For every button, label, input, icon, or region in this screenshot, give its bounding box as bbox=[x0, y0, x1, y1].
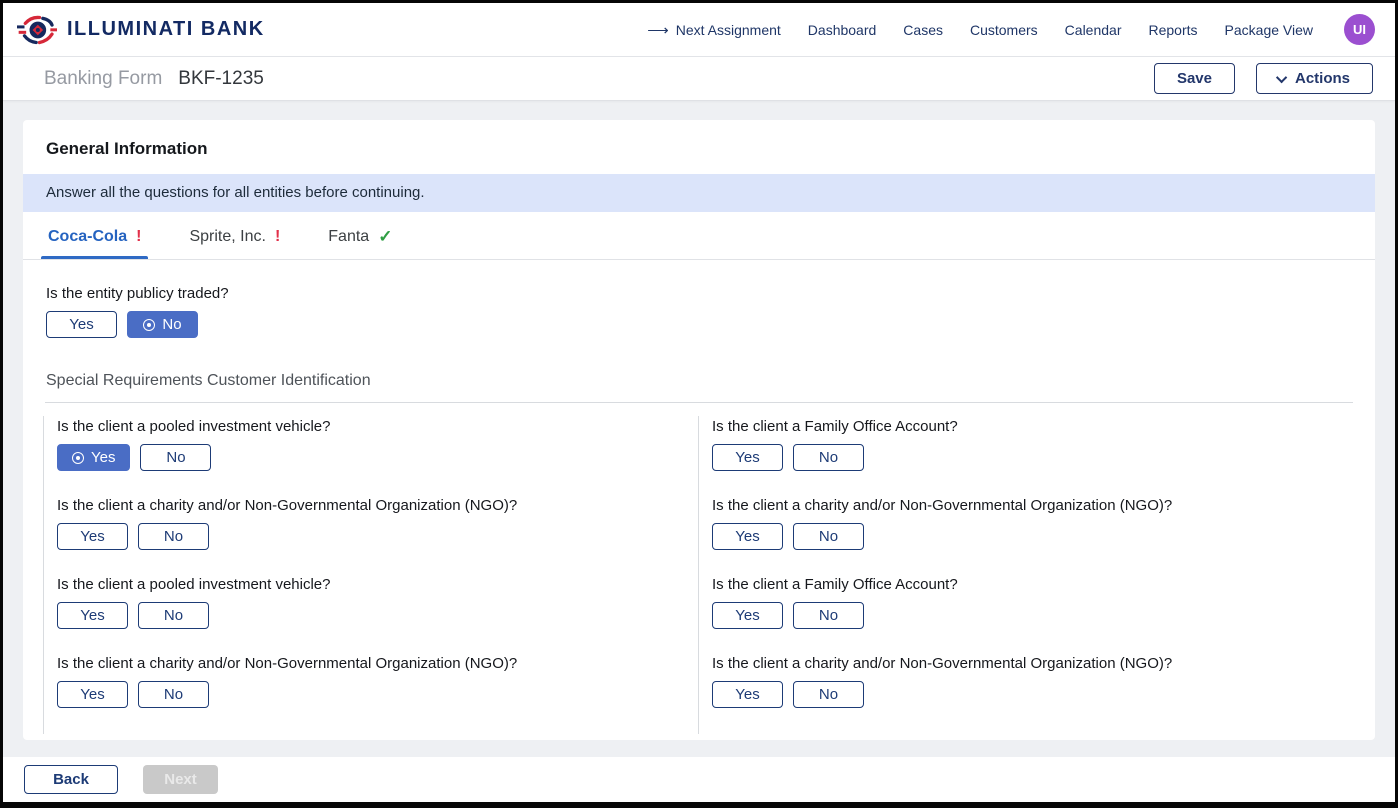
tab-coca-cola[interactable]: Coca-Cola ! bbox=[46, 212, 143, 259]
next-button-disabled[interactable]: Next bbox=[143, 765, 218, 794]
error-exclamation-icon: ! bbox=[275, 228, 280, 246]
yes-button[interactable]: Yes bbox=[57, 444, 130, 471]
yes-no-group: Yes No bbox=[712, 602, 1353, 629]
nav-calendar[interactable]: Calendar bbox=[1065, 22, 1122, 38]
check-icon: ✓ bbox=[378, 227, 392, 247]
questions-columns: Is the client a pooled investment vehicl… bbox=[23, 403, 1375, 734]
tab-fanta[interactable]: Fanta ✓ bbox=[326, 212, 394, 259]
top-nav-links: ⟶Next Assignment Dashboard Cases Custome… bbox=[647, 14, 1375, 45]
question-text: Is the client a pooled investment vehicl… bbox=[57, 418, 698, 435]
question-block: Is the client a charity and/or Non-Gover… bbox=[57, 497, 698, 550]
yes-button[interactable]: Yes bbox=[712, 681, 783, 708]
header-actions: Save Actions bbox=[1154, 63, 1373, 94]
no-button[interactable]: No bbox=[140, 444, 211, 471]
nav-customers[interactable]: Customers bbox=[970, 22, 1038, 38]
yes-button[interactable]: Yes bbox=[712, 444, 783, 471]
yes-no-group: Yes No bbox=[57, 681, 698, 708]
question-text: Is the client a Family Office Account? bbox=[712, 418, 1353, 435]
question-text: Is the entity publicy traded? bbox=[46, 285, 1351, 302]
back-button[interactable]: Back bbox=[24, 765, 118, 794]
question-text: Is the client a charity and/or Non-Gover… bbox=[712, 497, 1353, 514]
question-text: Is the client a Family Office Account? bbox=[712, 576, 1353, 593]
no-button[interactable]: No bbox=[127, 311, 198, 338]
section-title: Special Requirements Customer Identifica… bbox=[23, 348, 1375, 402]
brand: ILLUMINATI BANK bbox=[17, 13, 265, 47]
questions-column-left: Is the client a pooled investment vehicl… bbox=[43, 416, 698, 734]
actions-button[interactable]: Actions bbox=[1256, 63, 1373, 94]
nav-package-view[interactable]: Package View bbox=[1225, 22, 1313, 38]
question-block: Is the client a charity and/or Non-Gover… bbox=[712, 497, 1353, 550]
entity-tabs: Coca-Cola ! Sprite, Inc. ! Fanta ✓ bbox=[23, 212, 1375, 260]
yes-button[interactable]: Yes bbox=[57, 681, 128, 708]
nav-next-assignment[interactable]: ⟶Next Assignment bbox=[647, 21, 781, 39]
question-block: Is the client a Family Office Account? Y… bbox=[712, 418, 1353, 471]
page-header: Banking Form BKF-1235 Save Actions bbox=[3, 57, 1395, 101]
question-text: Is the client a charity and/or Non-Gover… bbox=[57, 497, 698, 514]
save-button[interactable]: Save bbox=[1154, 63, 1235, 94]
question-text: Is the client a charity and/or Non-Gover… bbox=[712, 655, 1353, 672]
question-block: Is the client a pooled investment vehicl… bbox=[57, 418, 698, 471]
question-block: Is the client a pooled investment vehicl… bbox=[57, 576, 698, 629]
question-block: Is the client a Family Office Account? Y… bbox=[712, 576, 1353, 629]
yes-no-group: Yes No bbox=[712, 444, 1353, 471]
radio-selected-icon bbox=[72, 452, 84, 464]
questions-column-right: Is the client a Family Office Account? Y… bbox=[698, 416, 1353, 734]
top-navbar: ILLUMINATI BANK ⟶Next Assignment Dashboa… bbox=[3, 3, 1395, 57]
yes-no-group: Yes No bbox=[57, 444, 698, 471]
no-button[interactable]: No bbox=[793, 444, 864, 471]
wizard-footer: Back Next bbox=[3, 757, 1395, 802]
yes-no-group: Yes No bbox=[46, 311, 1351, 338]
tab-sprite-inc[interactable]: Sprite, Inc. ! bbox=[187, 212, 282, 259]
chevron-down-icon bbox=[1276, 71, 1287, 82]
no-button[interactable]: No bbox=[138, 602, 209, 629]
question-text: Is the client a pooled investment vehicl… bbox=[57, 576, 698, 593]
arrow-right-icon: ⟶ bbox=[647, 21, 669, 39]
app-window: ILLUMINATI BANK ⟶Next Assignment Dashboa… bbox=[0, 0, 1398, 808]
nav-reports[interactable]: Reports bbox=[1149, 22, 1198, 38]
card-title: General Information bbox=[23, 120, 1375, 174]
question-block: Is the client a charity and/or Non-Gover… bbox=[57, 655, 698, 708]
no-button[interactable]: No bbox=[138, 523, 209, 550]
question-block: Is the client a charity and/or Non-Gover… bbox=[712, 655, 1353, 708]
info-banner: Answer all the questions for all entitie… bbox=[23, 174, 1375, 212]
no-button[interactable]: No bbox=[793, 602, 864, 629]
nav-cases[interactable]: Cases bbox=[903, 22, 943, 38]
form-id: BKF-1235 bbox=[178, 68, 264, 90]
yes-no-group: Yes No bbox=[712, 681, 1353, 708]
question-publicly-traded: Is the entity publicy traded? Yes No bbox=[23, 260, 1375, 348]
yes-no-group: Yes No bbox=[57, 523, 698, 550]
no-button[interactable]: No bbox=[138, 681, 209, 708]
yes-button[interactable]: Yes bbox=[57, 523, 128, 550]
form-type-label: Banking Form bbox=[44, 68, 162, 90]
yes-no-group: Yes No bbox=[712, 523, 1353, 550]
question-text: Is the client a charity and/or Non-Gover… bbox=[57, 655, 698, 672]
yes-button[interactable]: Yes bbox=[57, 602, 128, 629]
user-avatar[interactable]: UI bbox=[1344, 14, 1375, 45]
nav-dashboard[interactable]: Dashboard bbox=[808, 22, 877, 38]
general-information-card: General Information Answer all the quest… bbox=[23, 120, 1375, 740]
yes-button[interactable]: Yes bbox=[46, 311, 117, 338]
yes-no-group: Yes No bbox=[57, 602, 698, 629]
no-button[interactable]: No bbox=[793, 681, 864, 708]
yes-button[interactable]: Yes bbox=[712, 523, 783, 550]
brand-name: ILLUMINATI BANK bbox=[67, 18, 265, 41]
error-exclamation-icon: ! bbox=[136, 228, 141, 246]
radio-selected-icon bbox=[143, 319, 155, 331]
page-body: General Information Answer all the quest… bbox=[3, 101, 1395, 757]
yes-button[interactable]: Yes bbox=[712, 602, 783, 629]
bank-logo-icon bbox=[17, 13, 57, 47]
no-button[interactable]: No bbox=[793, 523, 864, 550]
